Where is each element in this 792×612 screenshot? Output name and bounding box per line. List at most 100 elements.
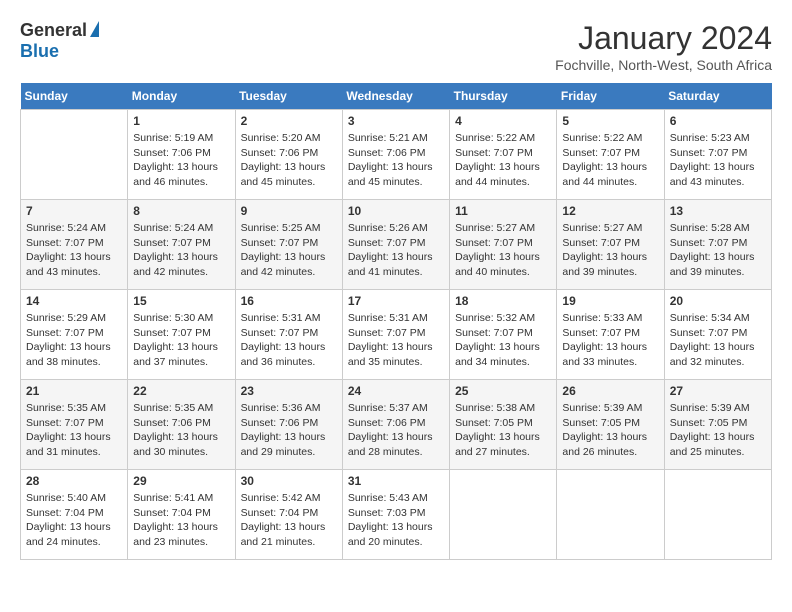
day-number: 6 (670, 114, 766, 128)
logo-blue-text: Blue (20, 41, 59, 62)
day-of-week-header: Wednesday (342, 83, 449, 110)
calendar-cell: 6 Sunrise: 5:23 AM Sunset: 7:07 PM Daylig… (664, 110, 771, 200)
day-detail: Sunrise: 5:22 AM Sunset: 7:07 PM Dayligh… (455, 131, 551, 190)
day-detail: Sunrise: 5:29 AM Sunset: 7:07 PM Dayligh… (26, 311, 122, 370)
title-block: January 2024 Fochville, North-West, Sout… (555, 20, 772, 73)
day-number: 30 (241, 474, 337, 488)
calendar-cell: 14Sunrise: 5:29 AM Sunset: 7:07 PM Dayli… (21, 290, 128, 380)
calendar-cell: 1 Sunrise: 5:19 AM Sunset: 7:06 PM Daylig… (128, 110, 235, 200)
day-number: 18 (455, 294, 551, 308)
day-detail: Sunrise: 5:39 AM Sunset: 7:05 PM Dayligh… (562, 401, 658, 460)
day-detail: Sunrise: 5:43 AM Sunset: 7:03 PM Dayligh… (348, 491, 444, 550)
day-number: 28 (26, 474, 122, 488)
logo-general-text: General (20, 20, 87, 41)
day-number: 25 (455, 384, 551, 398)
day-number: 31 (348, 474, 444, 488)
day-number: 22 (133, 384, 229, 398)
calendar-cell: 28 Sunrise: 5:40 AM Sunset: 7:04 PM Dayli… (21, 470, 128, 560)
calendar-cell: 27Sunrise: 5:39 AM Sunset: 7:05 PM Dayli… (664, 380, 771, 470)
calendar-cell (557, 470, 664, 560)
calendar-week-row: 21Sunrise: 5:35 AM Sunset: 7:07 PM Dayli… (21, 380, 772, 470)
day-number: 16 (241, 294, 337, 308)
calendar-cell: 11 Sunrise: 5:27 AM Sunset: 7:07 PM Dayli… (450, 200, 557, 290)
day-detail: Sunrise: 5:27 AM Sunset: 7:07 PM Dayligh… (455, 221, 551, 280)
day-number: 20 (670, 294, 766, 308)
calendar-cell: 25 Sunrise: 5:38 AM Sunset: 7:05 PM Dayli… (450, 380, 557, 470)
day-detail: Sunrise: 5:24 AM Sunset: 7:07 PM Dayligh… (133, 221, 229, 280)
calendar-cell: 29 Sunrise: 5:41 AM Sunset: 7:04 PM Dayli… (128, 470, 235, 560)
day-detail: Sunrise: 5:35 AM Sunset: 7:06 PM Dayligh… (133, 401, 229, 460)
day-detail: Sunrise: 5:20 AM Sunset: 7:06 PM Dayligh… (241, 131, 337, 190)
day-number: 19 (562, 294, 658, 308)
day-detail: Sunrise: 5:23 AM Sunset: 7:07 PM Dayligh… (670, 131, 766, 190)
day-number: 11 (455, 204, 551, 218)
day-detail: Sunrise: 5:40 AM Sunset: 7:04 PM Dayligh… (26, 491, 122, 550)
calendar-cell: 26 Sunrise: 5:39 AM Sunset: 7:05 PM Dayli… (557, 380, 664, 470)
calendar-cell: 17Sunrise: 5:31 AM Sunset: 7:07 PM Dayli… (342, 290, 449, 380)
calendar-week-row: 1 Sunrise: 5:19 AM Sunset: 7:06 PM Daylig… (21, 110, 772, 200)
day-detail: Sunrise: 5:25 AM Sunset: 7:07 PM Dayligh… (241, 221, 337, 280)
day-number: 13 (670, 204, 766, 218)
calendar-week-row: 7Sunrise: 5:24 AM Sunset: 7:07 PM Daylig… (21, 200, 772, 290)
page-header: General Blue January 2024 Fochville, Nor… (20, 20, 772, 73)
day-number: 9 (241, 204, 337, 218)
calendar-cell: 22 Sunrise: 5:35 AM Sunset: 7:06 PM Dayli… (128, 380, 235, 470)
day-of-week-header: Friday (557, 83, 664, 110)
calendar-title: January 2024 (555, 20, 772, 57)
day-detail: Sunrise: 5:31 AM Sunset: 7:07 PM Dayligh… (241, 311, 337, 370)
calendar-cell: 18 Sunrise: 5:32 AM Sunset: 7:07 PM Dayli… (450, 290, 557, 380)
day-number: 1 (133, 114, 229, 128)
day-detail: Sunrise: 5:22 AM Sunset: 7:07 PM Dayligh… (562, 131, 658, 190)
day-detail: Sunrise: 5:24 AM Sunset: 7:07 PM Dayligh… (26, 221, 122, 280)
day-detail: Sunrise: 5:33 AM Sunset: 7:07 PM Dayligh… (562, 311, 658, 370)
calendar-cell: 3 Sunrise: 5:21 AM Sunset: 7:06 PM Daylig… (342, 110, 449, 200)
calendar-cell: 4Sunrise: 5:22 AM Sunset: 7:07 PM Daylig… (450, 110, 557, 200)
day-number: 26 (562, 384, 658, 398)
day-detail: Sunrise: 5:38 AM Sunset: 7:05 PM Dayligh… (455, 401, 551, 460)
calendar-cell: 13Sunrise: 5:28 AM Sunset: 7:07 PM Dayli… (664, 200, 771, 290)
day-of-week-header: Sunday (21, 83, 128, 110)
day-detail: Sunrise: 5:30 AM Sunset: 7:07 PM Dayligh… (133, 311, 229, 370)
calendar-cell: 2 Sunrise: 5:20 AM Sunset: 7:06 PM Daylig… (235, 110, 342, 200)
day-number: 17 (348, 294, 444, 308)
day-number: 29 (133, 474, 229, 488)
day-number: 2 (241, 114, 337, 128)
calendar-cell: 8 Sunrise: 5:24 AM Sunset: 7:07 PM Daylig… (128, 200, 235, 290)
calendar-cell: 5 Sunrise: 5:22 AM Sunset: 7:07 PM Daylig… (557, 110, 664, 200)
day-detail: Sunrise: 5:21 AM Sunset: 7:06 PM Dayligh… (348, 131, 444, 190)
calendar-cell: 7Sunrise: 5:24 AM Sunset: 7:07 PM Daylig… (21, 200, 128, 290)
day-detail: Sunrise: 5:19 AM Sunset: 7:06 PM Dayligh… (133, 131, 229, 190)
day-detail: Sunrise: 5:41 AM Sunset: 7:04 PM Dayligh… (133, 491, 229, 550)
calendar-cell (21, 110, 128, 200)
day-detail: Sunrise: 5:42 AM Sunset: 7:04 PM Dayligh… (241, 491, 337, 550)
calendar-cell: 31 Sunrise: 5:43 AM Sunset: 7:03 PM Dayli… (342, 470, 449, 560)
day-detail: Sunrise: 5:37 AM Sunset: 7:06 PM Dayligh… (348, 401, 444, 460)
day-detail: Sunrise: 5:36 AM Sunset: 7:06 PM Dayligh… (241, 401, 337, 460)
day-detail: Sunrise: 5:34 AM Sunset: 7:07 PM Dayligh… (670, 311, 766, 370)
calendar-week-row: 14Sunrise: 5:29 AM Sunset: 7:07 PM Dayli… (21, 290, 772, 380)
calendar-header-row: SundayMondayTuesdayWednesdayThursdayFrid… (21, 83, 772, 110)
calendar-cell: 20 Sunrise: 5:34 AM Sunset: 7:07 PM Dayli… (664, 290, 771, 380)
day-number: 5 (562, 114, 658, 128)
day-number: 12 (562, 204, 658, 218)
calendar-cell (664, 470, 771, 560)
day-number: 23 (241, 384, 337, 398)
day-number: 27 (670, 384, 766, 398)
day-detail: Sunrise: 5:26 AM Sunset: 7:07 PM Dayligh… (348, 221, 444, 280)
day-number: 15 (133, 294, 229, 308)
day-number: 3 (348, 114, 444, 128)
calendar-subtitle: Fochville, North-West, South Africa (555, 57, 772, 73)
calendar-cell: 30 Sunrise: 5:42 AM Sunset: 7:04 PM Dayli… (235, 470, 342, 560)
calendar-table: SundayMondayTuesdayWednesdayThursdayFrid… (20, 83, 772, 560)
calendar-cell: 12Sunrise: 5:27 AM Sunset: 7:07 PM Dayli… (557, 200, 664, 290)
day-number: 10 (348, 204, 444, 218)
calendar-cell: 23 Sunrise: 5:36 AM Sunset: 7:06 PM Dayli… (235, 380, 342, 470)
logo: General Blue (20, 20, 99, 62)
day-of-week-header: Saturday (664, 83, 771, 110)
day-detail: Sunrise: 5:35 AM Sunset: 7:07 PM Dayligh… (26, 401, 122, 460)
calendar-cell: 15 Sunrise: 5:30 AM Sunset: 7:07 PM Dayli… (128, 290, 235, 380)
calendar-cell (450, 470, 557, 560)
calendar-cell: 24Sunrise: 5:37 AM Sunset: 7:06 PM Dayli… (342, 380, 449, 470)
day-detail: Sunrise: 5:32 AM Sunset: 7:07 PM Dayligh… (455, 311, 551, 370)
day-number: 8 (133, 204, 229, 218)
